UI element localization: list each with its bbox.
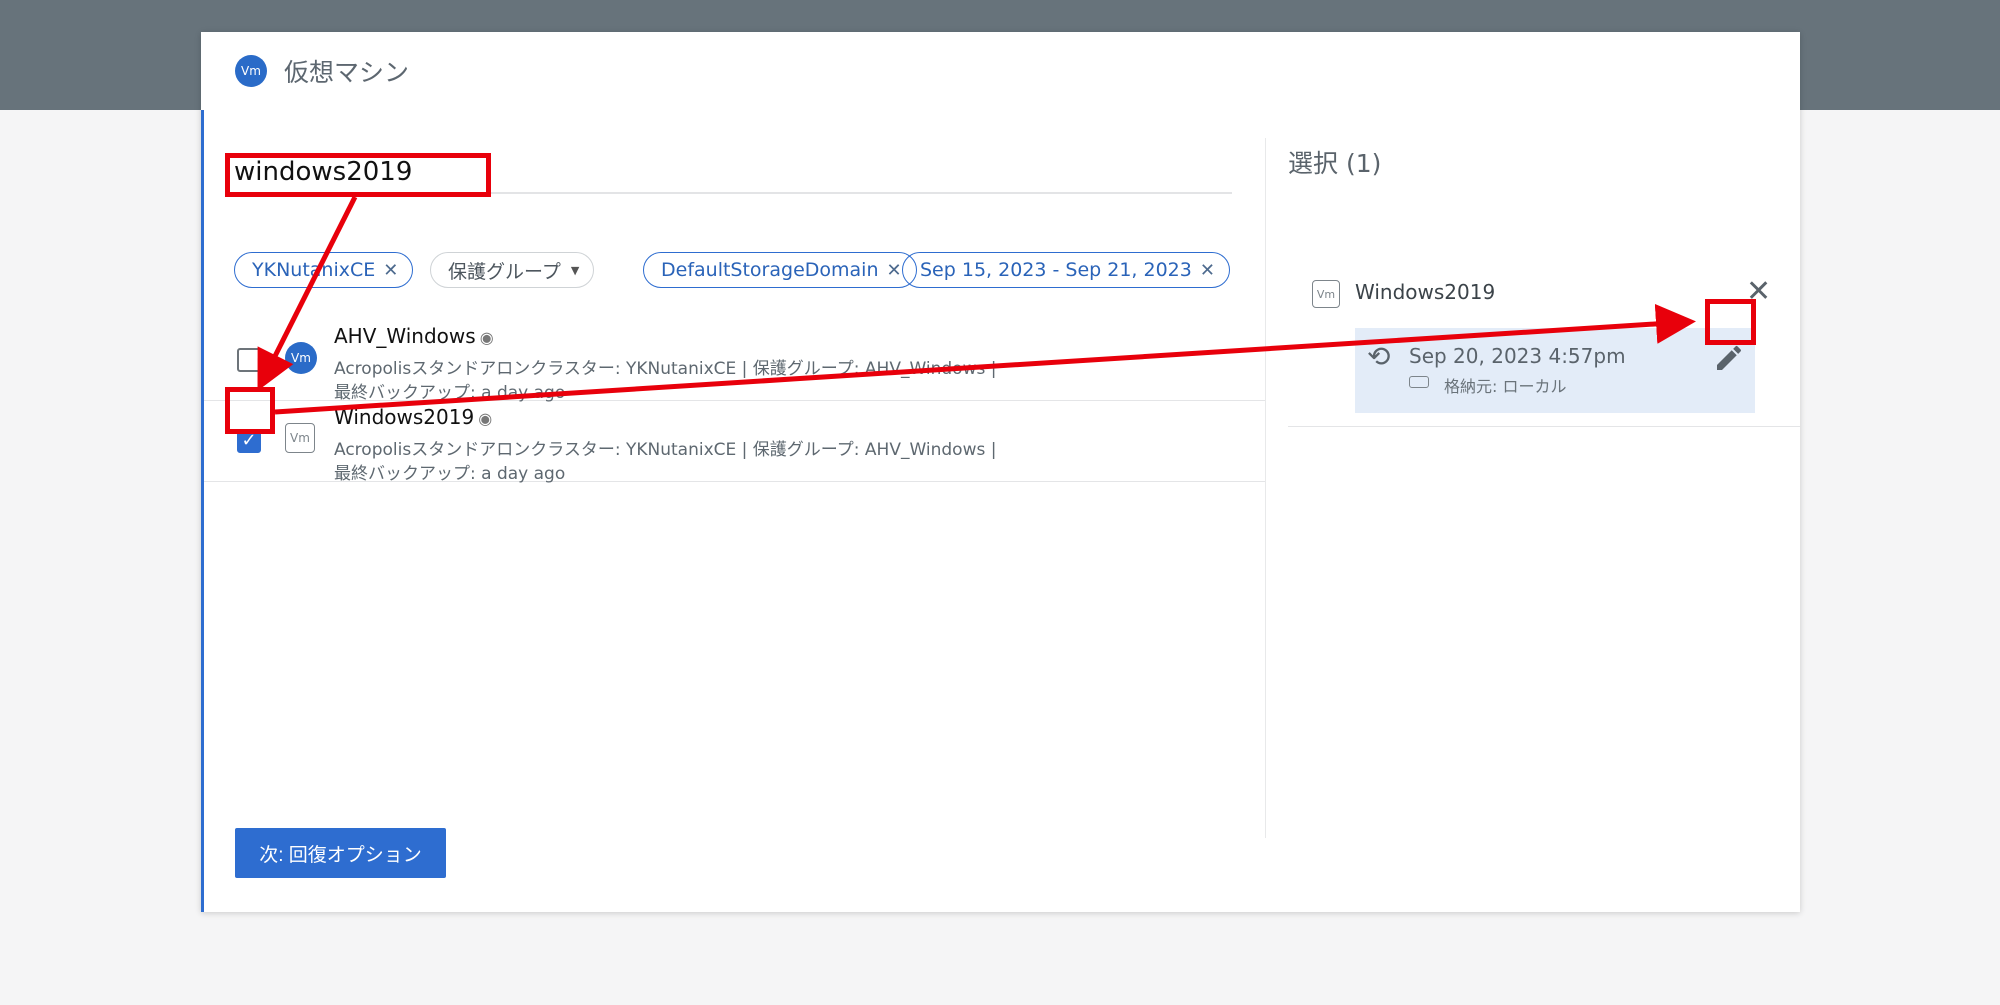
vm-last-backup: 最終バックアップ: a day ago: [334, 383, 566, 403]
snapshot-time: Sep 20, 2023 4:57pm: [1409, 344, 1626, 368]
storage-domain-filter-label: DefaultStorageDomain: [661, 259, 879, 281]
vm-avatar: Vm: [285, 423, 315, 453]
selection-divider: [1288, 426, 1800, 427]
vm-list-pane: YKNutanixCE ✕ 保護グループ ▼ DefaultStorageDom…: [204, 110, 1265, 838]
protection-group-filter[interactable]: 保護グループ ▼: [430, 252, 595, 288]
search-input[interactable]: [226, 152, 496, 192]
vm-last-backup: 最終バックアップ: a day ago: [334, 464, 566, 484]
cluster-filter-label: YKNutanixCE: [252, 259, 376, 281]
vm-name-text: Windows2019: [334, 405, 475, 429]
remove-date-range-filter-icon[interactable]: ✕: [1200, 260, 1215, 281]
checkmark-icon: ✓: [241, 430, 257, 451]
page-title: 仮想マシン: [284, 58, 410, 87]
vm-row[interactable]: Vm AHV_Windows ◉ Acropolisスタンドアロンクラスター: Y…: [204, 320, 1265, 403]
vm-row-checkbox[interactable]: ✓: [237, 429, 261, 453]
card-header: Vm 仮想マシン: [201, 32, 1800, 110]
selection-pane: 選択 (1) Vm Windows2019 ✕ ⟲ Sep 20, 2023 4…: [1266, 110, 1800, 838]
cluster-filter-chip[interactable]: YKNutanixCE ✕: [234, 252, 414, 288]
remove-storage-domain-filter-icon[interactable]: ✕: [887, 260, 902, 281]
snapshot-entry[interactable]: ⟲ Sep 20, 2023 4:57pm 格納元: ローカル: [1355, 328, 1755, 413]
vm-meta-line: Acropolisスタンドアロンクラスター: YKNutanixCE | 保護グ…: [334, 440, 997, 460]
protection-group-filter-label: 保護グループ: [448, 260, 561, 283]
selected-vm-name: Windows2019: [1355, 280, 1496, 304]
vm-row[interactable]: ✓ Vm Windows2019 ◉ Acropolisスタンドアロンクラスター:…: [204, 401, 1265, 484]
remove-cluster-filter-icon[interactable]: ✕: [383, 260, 398, 281]
vm-avatar: Vm: [235, 55, 267, 87]
vm-meta-line: Acropolisスタンドアロンクラスター: YKNutanixCE | 保護グ…: [334, 359, 997, 379]
selection-title: 選択 (1): [1288, 149, 1382, 178]
vm-row-checkbox[interactable]: [237, 348, 261, 372]
storage-domain-filter-chip[interactable]: DefaultStorageDomain ✕: [643, 252, 917, 288]
snapshot-location: 格納元: ローカル: [1444, 377, 1567, 396]
date-range-filter-chip[interactable]: Sep 15, 2023 - Sep 21, 2023 ✕: [902, 252, 1230, 288]
chevron-down-icon: ▼: [570, 263, 580, 277]
date-range-filter-label: Sep 15, 2023 - Sep 21, 2023: [920, 259, 1192, 281]
storage-icon: [1409, 376, 1429, 388]
vm-avatar: Vm: [285, 342, 317, 374]
eye-icon: ◉: [479, 328, 494, 347]
search-field: [226, 152, 1232, 194]
vm-selection-card: Vm 仮想マシン YKNutanixCE ✕ 保護グループ ▼ DefaultS…: [201, 32, 1800, 912]
vm-name: Windows2019 ◉: [334, 405, 492, 429]
eye-icon: ◉: [478, 409, 493, 428]
vm-name-text: AHV_Windows: [334, 324, 476, 348]
history-icon: ⟲: [1367, 340, 1391, 373]
close-icon[interactable]: ✕: [1746, 274, 1771, 309]
next-recovery-options-button[interactable]: 次: 回復オプション: [235, 828, 446, 878]
vm-name: AHV_Windows ◉: [334, 324, 494, 348]
vm-icon: Vm: [1312, 280, 1340, 308]
pencil-icon[interactable]: [1713, 342, 1745, 374]
